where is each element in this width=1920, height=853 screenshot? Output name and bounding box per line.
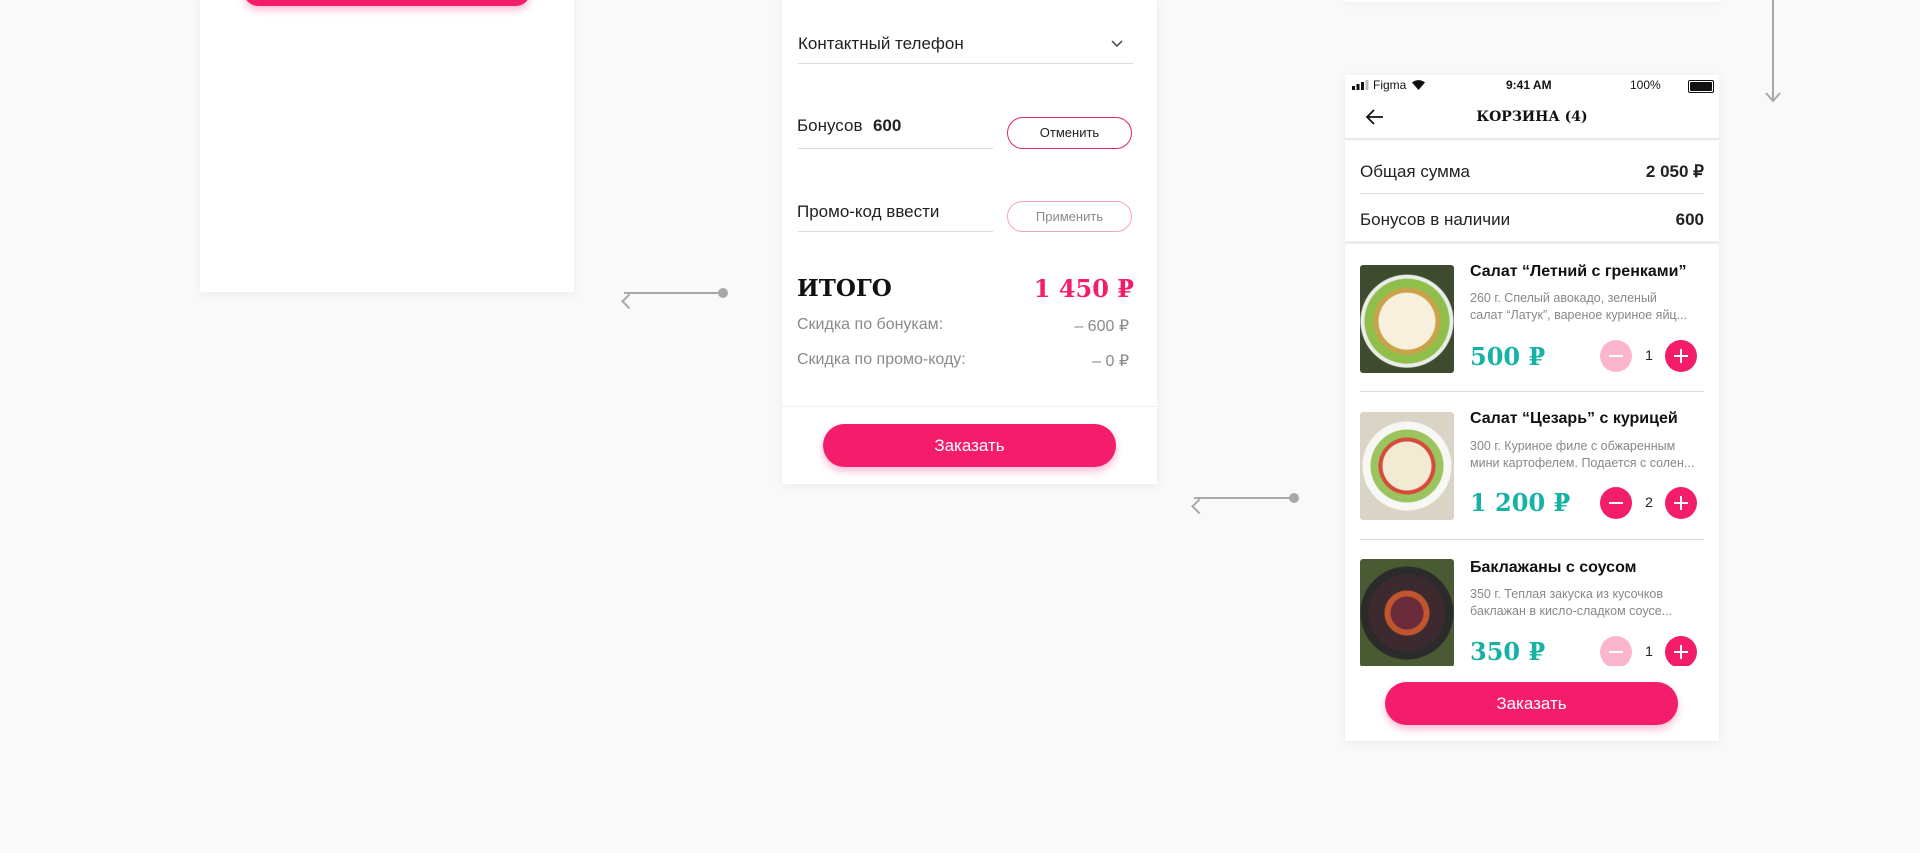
- arrow-down-icon: [1765, 92, 1781, 103]
- dish-image: [1360, 265, 1454, 373]
- item-quantity: 1: [1645, 643, 1653, 659]
- clock: 9:41 AM: [1506, 78, 1552, 92]
- available-bonus-label: Бонусов в наличии: [1360, 210, 1511, 229]
- sum-label: Общая сумма: [1360, 162, 1470, 181]
- phone-select[interactable]: Контактный телефон: [798, 30, 1133, 64]
- item-description-line2: мини картофелем. Подается с солен...: [1470, 456, 1695, 470]
- nav-divider: [1345, 138, 1719, 141]
- apply-promo-button[interactable]: Применить: [1007, 201, 1132, 232]
- bonus-value: 600: [872, 116, 902, 135]
- item-name: Салат “Цезарь” с курицей: [1470, 410, 1678, 427]
- bonus-field[interactable]: Бонусов 600: [797, 116, 992, 146]
- left-order-button[interactable]: [244, 0, 530, 6]
- bonus-label: Бонусов: [797, 116, 863, 135]
- flow-arrow: [621, 288, 728, 310]
- bonus-discount-value: – 600 ₽: [1074, 318, 1129, 335]
- battery-label: 100%: [1630, 78, 1661, 92]
- item-name: Салат “Летний с гренками”: [1470, 263, 1687, 280]
- item-quantity: 2: [1645, 494, 1653, 510]
- item-description-line2: салат “Латук”, вареное куриное яйц...: [1470, 308, 1688, 322]
- increase-quantity-button[interactable]: [1665, 487, 1697, 519]
- carrier-label: Figma: [1373, 78, 1407, 92]
- decrease-quantity-button[interactable]: [1600, 340, 1632, 372]
- left-screen-frame: [200, 0, 574, 292]
- flow-arrow-vertical: [1772, 0, 1774, 101]
- phone-select-label: Контактный телефон: [798, 34, 964, 53]
- chevron-down-icon: [1111, 40, 1123, 48]
- promo-discount-label: Скидка по промо-коду:: [797, 351, 966, 368]
- item-description-line1: 260 г. Спелый авокадо, зеленый: [1470, 291, 1657, 305]
- flow-arrow: [1191, 493, 1299, 515]
- decrease-quantity-button[interactable]: [1600, 487, 1632, 519]
- bonus-discount-label: Скидка по бонукам:: [797, 316, 944, 333]
- cart-order-button[interactable]: Заказать: [1385, 682, 1678, 725]
- list-item: Салат “Летний с гренками” 260 г. Спелый …: [1345, 244, 1719, 392]
- item-quantity: 1: [1645, 347, 1653, 363]
- list-item: Салат “Цезарь” с курицей 300 г. Куриное …: [1345, 392, 1719, 540]
- promo-discount-value: – 0 ₽: [1092, 353, 1129, 370]
- dish-image: [1360, 412, 1454, 520]
- total-label: ИТОГО: [797, 275, 892, 302]
- status-bar: Figma 9:41 AM 100%: [1345, 75, 1719, 95]
- cart-items-list[interactable]: Салат “Летний с гренками” 260 г. Спелый …: [1345, 244, 1719, 666]
- dish-image: [1360, 559, 1454, 666]
- item-description-line2: баклажан в кисло-сладком соусе...: [1470, 604, 1673, 618]
- increase-quantity-button[interactable]: [1665, 636, 1697, 666]
- item-description-line1: 350 г. Теплая закуска из кусочков: [1470, 587, 1663, 601]
- cancel-bonus-button[interactable]: Отменить: [1007, 117, 1132, 149]
- item-name: Баклажаны с соусом: [1470, 559, 1637, 576]
- increase-quantity-button[interactable]: [1665, 340, 1697, 372]
- signal-icon: [1352, 80, 1369, 90]
- item-price: 350 ₽: [1470, 637, 1546, 666]
- cart-title: КОРЗИНА (4): [1476, 109, 1588, 125]
- checkout-screen-frame: [782, 0, 1157, 484]
- item-price: 500 ₽: [1470, 342, 1546, 371]
- list-item: Баклажаны с соусом 350 г. Теплая закуска…: [1345, 540, 1719, 666]
- available-bonus-value: 600: [1675, 210, 1704, 229]
- sum-value: 2 050 ₽: [1645, 162, 1704, 181]
- top-right-frame: [1345, 0, 1719, 2]
- battery-icon: [1688, 80, 1714, 93]
- total-value: 1 450 ₽: [1033, 274, 1134, 303]
- checkout-order-button[interactable]: Заказать: [823, 424, 1116, 467]
- decrease-quantity-button[interactable]: [1600, 636, 1632, 666]
- promo-input[interactable]: Промо-код ввести: [797, 202, 939, 222]
- item-price: 1 200 ₽: [1470, 488, 1571, 517]
- wifi-icon: [1412, 80, 1425, 90]
- item-description-line1: 300 г. Куриное филе с обжаренным: [1470, 439, 1676, 453]
